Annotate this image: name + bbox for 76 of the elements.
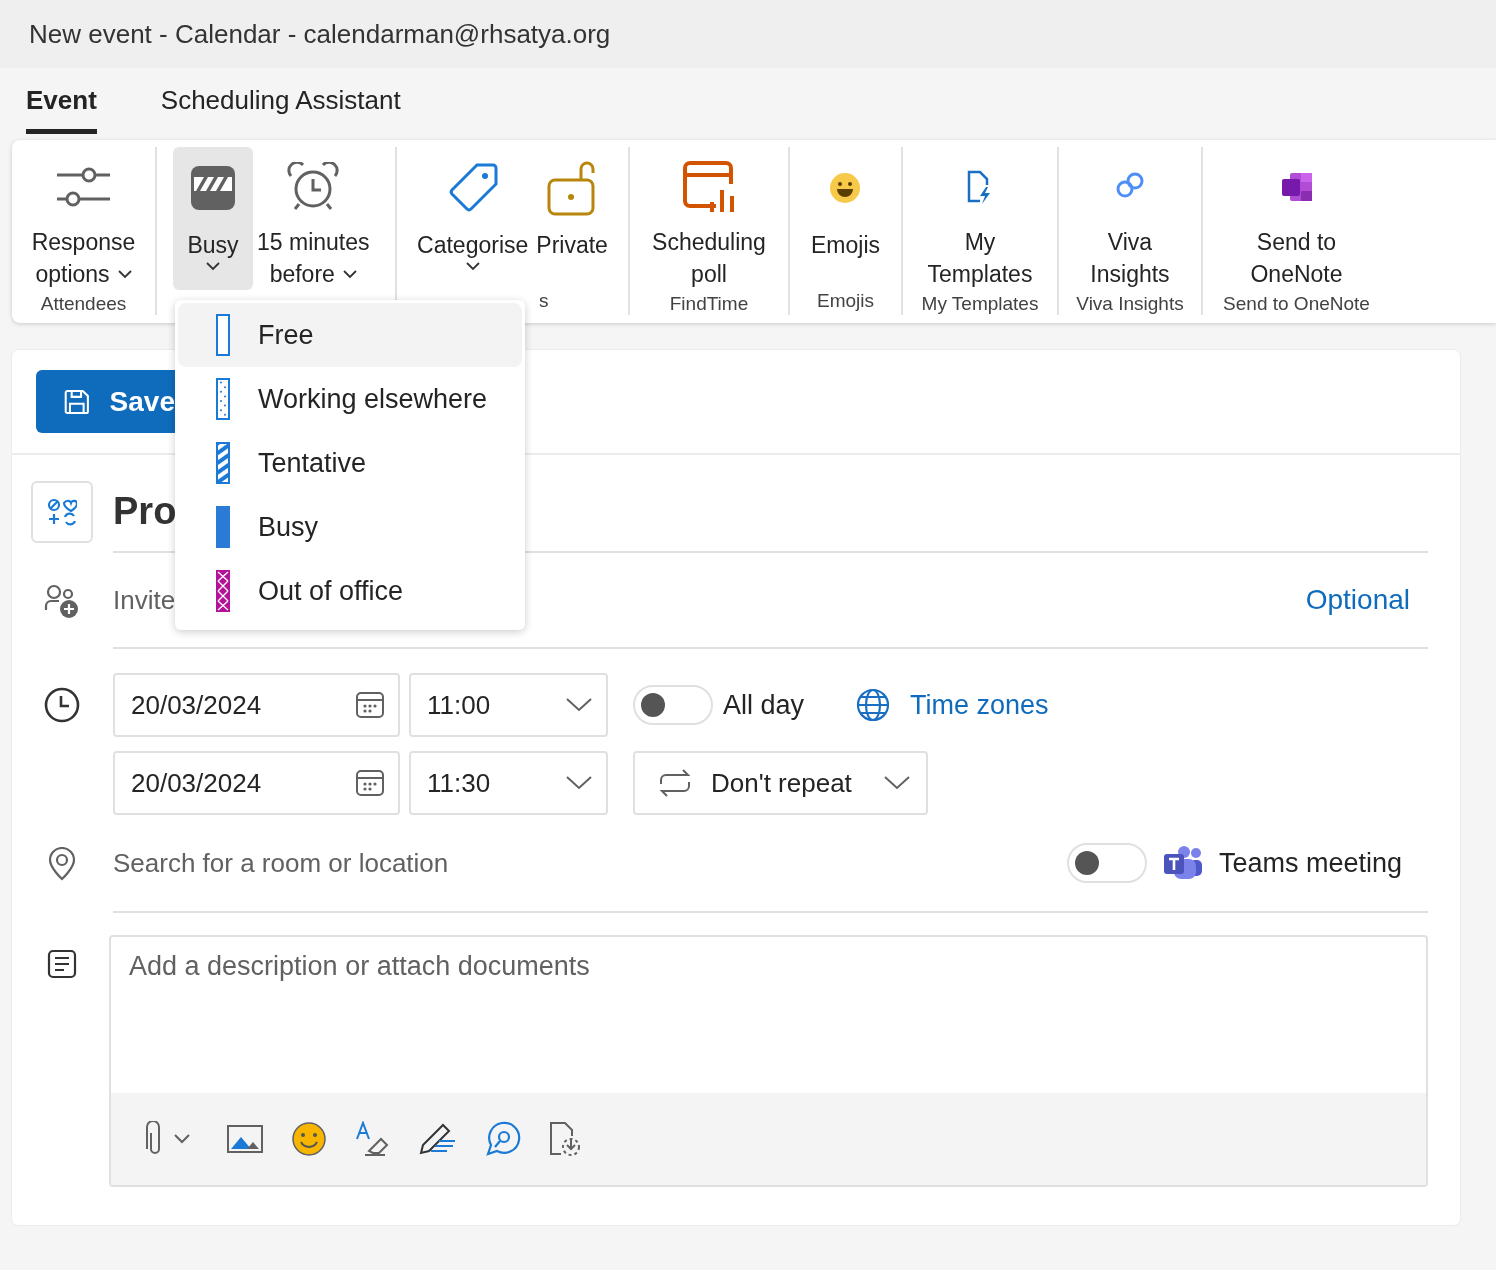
ribbon-button[interactable]: Scheduling poll [648, 147, 770, 290]
window-title: New event - Calendar - calendarman@rhsatya.org [29, 18, 611, 50]
loop-button[interactable] [483, 1119, 523, 1159]
eraser-icon [355, 1121, 389, 1157]
add-people-icon [44, 584, 80, 618]
invite-field[interactable]: Invite [113, 584, 177, 616]
menu-item[interactable]: Tentative [178, 431, 522, 495]
ribbon-button[interactable]: Categorise [413, 147, 533, 287]
insert-picture-button[interactable] [225, 1123, 265, 1155]
description-field[interactable]: Add a description or attach documents [111, 937, 1426, 1093]
ribbon-button[interactable]: Viva Insights [1086, 147, 1174, 290]
menu-item[interactable]: Free [178, 303, 522, 367]
group-label: Viva Insights [1076, 293, 1184, 314]
teams-toggle[interactable] [1066, 843, 1147, 883]
menu-item[interactable]: Working elsewhere [178, 367, 522, 431]
poll-calendar-icon [682, 159, 736, 214]
optional-link[interactable]: Optional [1305, 584, 1410, 616]
all-day-toggle[interactable] [633, 685, 713, 725]
teams-meeting-label: Teams meeting [1218, 847, 1402, 879]
calendar-icon [356, 692, 384, 718]
ribbon-button[interactable]: Response options [27, 147, 140, 290]
ribbon-button[interactable]: Send to OneNote [1246, 147, 1347, 290]
group-label: Emojis [817, 290, 874, 311]
solid-bar-icon [216, 506, 230, 548]
time-dropdown[interactable]: 11:30 [409, 751, 608, 815]
ribbon-button[interactable]: Emojis [807, 147, 884, 287]
menu-item[interactable]: Busy [178, 495, 522, 559]
ribbon-button[interactable]: Private [532, 147, 612, 287]
crosshatch-bar-icon [216, 570, 230, 612]
dotted-bar-icon [216, 378, 230, 420]
group-label: Attendees [40, 293, 127, 314]
group-label: Send to OneNote [1223, 293, 1370, 314]
unlocked-padlock-icon [547, 160, 598, 216]
menu-item[interactable]: Out of office [178, 559, 522, 623]
format-eraser-button[interactable] [353, 1119, 391, 1159]
ribbon-button[interactable]: 15 minutes before [253, 147, 374, 290]
calendar-icon [356, 770, 384, 796]
chevron-down-icon [884, 776, 910, 790]
location-pin-icon [47, 847, 77, 881]
clock-icon [44, 687, 80, 723]
teams-icon [1162, 845, 1203, 881]
pen-icon [417, 1121, 457, 1157]
emoji-button[interactable] [289, 1119, 329, 1159]
date-field[interactable]: 20/03/2024 [113, 673, 400, 737]
image-icon [227, 1125, 263, 1153]
chevron-down-icon [566, 776, 592, 790]
outline-bar-icon [216, 314, 230, 356]
ribbon-button[interactable]: Busy [173, 147, 253, 290]
date-field[interactable]: 20/03/2024 [113, 751, 400, 815]
notes-icon [47, 949, 77, 979]
group-label: FindTime [669, 293, 749, 314]
ribbon-button[interactable]: My Templates [923, 147, 1037, 290]
description-editor[interactable]: Add a description or attach documents [109, 935, 1428, 1187]
smiley-icon [291, 1121, 327, 1157]
emoji-icon [829, 172, 862, 204]
all-day-label: All day [723, 689, 805, 721]
document-download-icon [549, 1121, 583, 1157]
loop-icon [485, 1121, 521, 1157]
tab[interactable]: Scheduling Assistant [160, 72, 401, 134]
category-picker-button[interactable] [31, 481, 93, 543]
time-zones-link[interactable]: Time zones [910, 689, 1049, 721]
location-field[interactable]: Search for a room or location [113, 847, 533, 879]
striped-bar-icon [216, 442, 230, 484]
alarm-clock-icon [287, 161, 340, 212]
save-button[interactable]: Save [36, 370, 175, 433]
time-dropdown[interactable]: 11:00 [409, 673, 608, 737]
repeat-arrows-icon [657, 768, 693, 798]
globe-icon [856, 688, 891, 722]
busy-status-icon [190, 165, 236, 211]
chevron-down-icon [566, 698, 592, 712]
group-label: My Templates [921, 293, 1039, 314]
tab[interactable]: Event [26, 72, 97, 134]
group-label: s [539, 290, 549, 311]
category-symbols-icon [47, 498, 77, 526]
title-field[interactable]: Pro [113, 489, 177, 533]
repeat-dropdown[interactable]: Don't repeat [633, 751, 928, 815]
